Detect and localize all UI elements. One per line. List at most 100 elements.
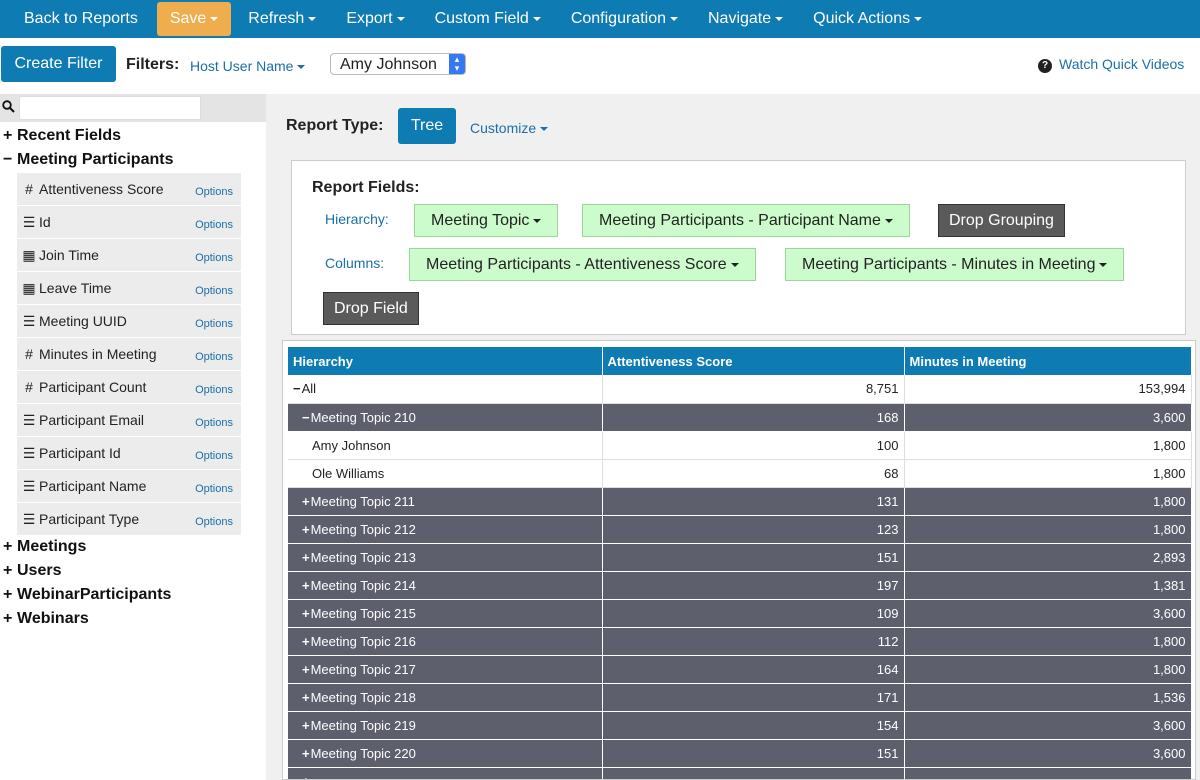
column-header[interactable]: Attentiveness Score [602, 347, 905, 375]
row-label: Meeting Topic 219 [310, 717, 416, 733]
expand-plus-icon[interactable]: + [302, 550, 310, 565]
drop-field-zone[interactable]: Drop Field [323, 292, 419, 325]
expand-plus-icon[interactable]: + [302, 746, 310, 761]
table-row[interactable]: +Meeting Topic 215 109 3,600 [288, 599, 1192, 628]
group-meeting-participants[interactable]: − Meeting Participants [3, 151, 173, 169]
minutes-in-meeting-cell: 3,600 [904, 599, 1192, 628]
hierarchy-cell: +Meeting Topic 211 [288, 487, 603, 516]
collapse-minus-icon[interactable]: − [293, 381, 301, 396]
field-options-link[interactable]: Options [195, 483, 233, 495]
watch-quick-videos-link[interactable]: ? Watch Quick Videos [1038, 56, 1184, 73]
quick-actions-menu[interactable]: Quick Actions [798, 2, 937, 36]
back-to-reports-button[interactable]: Back to Reports [0, 2, 155, 36]
attentiveness-score-cell: 109 [602, 599, 905, 628]
top-nav: Back to Reports Save Refresh Export Cust… [0, 0, 1200, 38]
field-options-link[interactable]: Options [195, 318, 233, 330]
create-filter-button[interactable]: Create Filter [1, 46, 116, 82]
hierarchy-cell: +Meeting Topic 215 [288, 599, 603, 628]
attentiveness-score-cell: 123 [602, 515, 905, 544]
field-item[interactable]: ▦ Join Time Options [17, 239, 241, 272]
caret-down-icon [532, 16, 541, 21]
collapse-minus-icon[interactable]: − [302, 410, 310, 425]
field-item[interactable]: # Minutes in Meeting Options [17, 338, 241, 371]
list-icon: ☰ [22, 511, 36, 527]
field-options-link[interactable]: Options [195, 450, 233, 462]
row-label: Meeting Topic 216 [310, 633, 416, 649]
minutes-in-meeting-cell: 153,994 [904, 375, 1192, 404]
group-webinar-participants[interactable]: + WebinarParticipants [3, 586, 171, 604]
field-item[interactable]: ▦ Leave Time Options [17, 272, 241, 305]
column-field-attentiveness-score[interactable]: Meeting Participants - Attentiveness Sco… [409, 248, 756, 281]
field-item[interactable]: ☰ Id Options [17, 206, 241, 239]
table-row[interactable]: +Meeting Topic 217 164 1,800 [288, 655, 1192, 684]
customize-dropdown[interactable]: Customize [470, 120, 549, 136]
field-search-input[interactable] [19, 96, 201, 120]
hierarchy-field-participant-name[interactable]: Meeting Participants - Participant Name [582, 204, 910, 237]
table-row[interactable]: −Meeting Topic 210 168 3,600 [288, 403, 1192, 432]
field-options-link[interactable]: Options [195, 417, 233, 429]
group-webinars[interactable]: + Webinars [3, 610, 89, 628]
expand-plus-icon[interactable]: + [302, 690, 310, 705]
field-options-link[interactable]: Options [195, 516, 233, 528]
table-row[interactable]: +Meeting Topic 211 131 1,800 [288, 487, 1192, 516]
field-options-link[interactable]: Options [195, 219, 233, 231]
table-row[interactable]: +Meeting Topic 220 151 3,600 [288, 739, 1192, 768]
hierarchy-cell: +Meeting Topic 218 [288, 683, 603, 712]
table-row[interactable]: +Meeting Topic 214 197 1,381 [288, 571, 1192, 600]
column-field-minutes-in-meeting[interactable]: Meeting Participants - Minutes in Meetin… [785, 248, 1125, 281]
table-row[interactable]: −All 8,751 153,994 [288, 375, 1192, 404]
custom-field-menu[interactable]: Custom Field [420, 2, 556, 36]
field-options-link[interactable]: Options [195, 252, 233, 264]
drop-grouping-zone[interactable]: Drop Grouping [938, 204, 1065, 237]
navigate-menu[interactable]: Navigate [693, 2, 798, 36]
table-row[interactable]: +Meeting Topic 219 154 3,600 [288, 711, 1192, 740]
field-item[interactable]: ☰ Meeting UUID Options [17, 305, 241, 338]
tree-report-type-button[interactable]: Tree [398, 108, 456, 144]
expand-plus-icon[interactable]: + [302, 634, 310, 649]
field-options-link[interactable]: Options [195, 351, 233, 363]
table-row[interactable]: +Meeting Topic 218 171 1,536 [288, 683, 1192, 712]
group-recent-fields[interactable]: + Recent Fields [3, 127, 121, 145]
field-options-link[interactable]: Options [195, 384, 233, 396]
expand-plus-icon[interactable]: + [302, 662, 310, 677]
caret-down-icon [914, 16, 923, 21]
column-header[interactable]: Hierarchy [288, 347, 603, 375]
row-label: Meeting Topic 217 [310, 661, 416, 677]
configuration-menu[interactable]: Configuration [556, 2, 693, 36]
field-item[interactable]: ☰ Participant Id Options [17, 437, 241, 470]
hierarchy-cell: +Meeting Topic 213 [288, 543, 603, 572]
attentiveness-score-cell: 154 [602, 711, 905, 740]
field-item[interactable]: # Participant Count Options [17, 371, 241, 404]
field-item[interactable]: ☰ Participant Name Options [17, 470, 241, 503]
expand-plus-icon[interactable]: + [302, 522, 310, 537]
expand-plus-icon[interactable]: + [302, 578, 310, 593]
expand-plus-icon[interactable]: + [302, 774, 310, 780]
expand-plus-icon[interactable]: + [302, 606, 310, 621]
minutes-in-meeting-cell: 3,600 [904, 739, 1192, 768]
filter-field-dropdown[interactable]: Host User Name [190, 58, 306, 74]
caret-down-icon [670, 16, 678, 21]
field-item[interactable]: ☰ Participant Type Options [17, 503, 241, 536]
refresh-menu[interactable]: Refresh [233, 2, 331, 36]
table-row[interactable]: + [288, 767, 1192, 780]
expand-plus-icon[interactable]: + [302, 494, 310, 509]
export-menu[interactable]: Export [331, 2, 419, 36]
table-row[interactable]: +Meeting Topic 213 151 2,893 [288, 543, 1192, 572]
group-meetings[interactable]: + Meetings [3, 538, 86, 556]
column-header[interactable]: Minutes in Meeting [904, 347, 1192, 375]
table-row[interactable]: +Meeting Topic 216 112 1,800 [288, 627, 1192, 656]
save-menu[interactable]: Save [156, 2, 232, 36]
field-item[interactable]: # Attentiveness Score Options [17, 173, 241, 206]
expand-plus-icon[interactable]: + [302, 718, 310, 733]
hierarchy-cell: +Meeting Topic 212 [288, 515, 603, 544]
filter-value-select[interactable]: Amy Johnson ▴ ▾ [330, 53, 466, 75]
field-item[interactable]: ☰ Participant Email Options [17, 404, 241, 437]
field-options-link[interactable]: Options [195, 186, 233, 198]
report-table-container: Hierarchy Attentiveness Score Minutes in… [282, 340, 1196, 780]
hierarchy-field-meeting-topic[interactable]: Meeting Topic [414, 204, 559, 237]
row-label: Ole Williams [312, 465, 385, 481]
field-options-link[interactable]: Options [195, 285, 233, 297]
table-row[interactable]: +Meeting Topic 212 123 1,800 [288, 515, 1192, 544]
group-users[interactable]: + Users [3, 562, 61, 580]
caret-down-icon [308, 16, 317, 21]
